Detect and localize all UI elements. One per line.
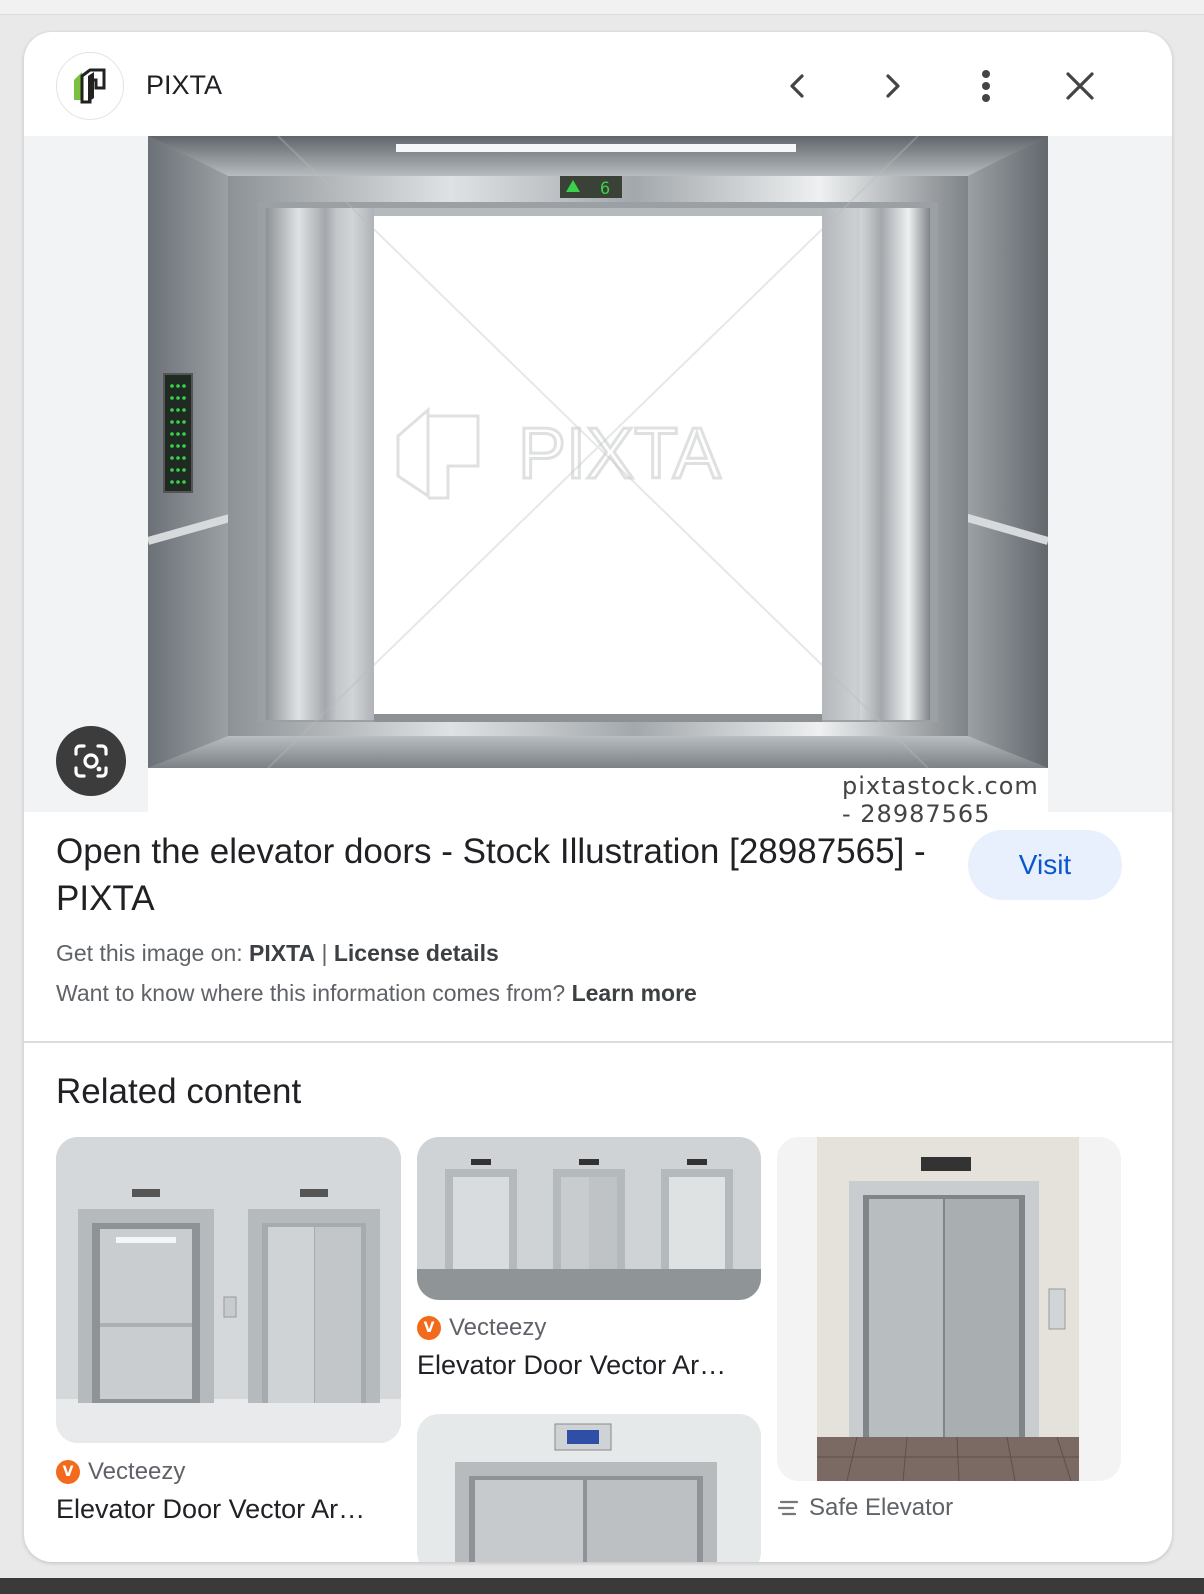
source-name: Safe Elevator (809, 1494, 954, 1521)
pixta-logo-icon (74, 68, 106, 104)
source-name: Vecteezy (449, 1314, 547, 1341)
taskbar-strip (0, 1578, 1204, 1594)
license-details-link[interactable]: License details (334, 940, 499, 966)
related-source-3: Safe Elevator (777, 1494, 953, 1522)
close-icon (1066, 72, 1094, 100)
watermark-text: PIXTA (518, 414, 721, 494)
lens-icon (74, 744, 108, 778)
preview-image[interactable]: 6 PIXTA pixtastock.com - 28987565 (148, 136, 1048, 828)
info-source-line: Want to know where this information come… (56, 980, 697, 1007)
hero-image-area: 6 PIXTA pixtastock.com - 28987565 (24, 136, 1172, 828)
get-image-prefix: Get this image on: (56, 940, 250, 966)
chevron-right-icon (886, 74, 900, 98)
image-viewer-panel: PIXTA 6 PIXTA pixtastock.com - 28987565 … (24, 32, 1172, 1562)
related-source-2: V Vecteezy (417, 1314, 546, 1342)
next-button[interactable] (868, 62, 916, 110)
divider (24, 1041, 1172, 1043)
related-thumbnail-2[interactable] (417, 1137, 761, 1300)
lens-search-button[interactable] (56, 726, 126, 796)
related-thumbnail-3[interactable] (777, 1137, 1121, 1481)
related-title-1[interactable]: Elevator Door Vector Ar… (56, 1494, 365, 1525)
browser-top-strip (0, 0, 1204, 15)
more-vert-icon (982, 70, 990, 102)
elevator-door-thumbnail (417, 1414, 761, 1562)
related-title-2[interactable]: Elevator Door Vector Ar… (417, 1350, 726, 1381)
more-options-button[interactable] (962, 62, 1010, 110)
panel-header: PIXTA (24, 32, 1172, 136)
source-name: Vecteezy (88, 1458, 186, 1485)
vecteezy-icon: V (56, 1460, 80, 1484)
info-question: Want to know where this information come… (56, 980, 572, 1006)
learn-more-link[interactable]: Learn more (572, 980, 697, 1006)
floor-number: 6 (600, 179, 610, 199)
get-image-line: Get this image on: PIXTA | License detai… (56, 940, 499, 967)
chevron-left-icon (790, 74, 804, 98)
close-button[interactable] (1056, 62, 1104, 110)
safe-elevator-icon (777, 1500, 799, 1516)
related-source-1: V Vecteezy (56, 1458, 185, 1486)
separator: | (315, 940, 334, 966)
elevator-illustration: 6 PIXTA (148, 136, 1048, 769)
image-caption: pixtastock.com - 28987565 (842, 772, 1039, 828)
site-name: PIXTA (146, 70, 223, 100)
elevator-door-thumbnail (777, 1137, 1121, 1481)
related-thumbnail-4[interactable] (417, 1414, 761, 1562)
result-title: Open the elevator doors - Stock Illustra… (56, 832, 926, 918)
pixta-logo (56, 52, 124, 120)
related-thumbnail-1[interactable] (56, 1137, 401, 1443)
visit-button[interactable]: Visit (968, 830, 1122, 900)
related-content-heading: Related content (56, 1072, 302, 1111)
pixta-source-link[interactable]: PIXTA (249, 940, 315, 966)
previous-button[interactable] (774, 62, 822, 110)
vecteezy-icon: V (417, 1316, 441, 1340)
elevator-doors-thumbnail (56, 1137, 401, 1443)
three-elevators-thumbnail (417, 1137, 761, 1300)
